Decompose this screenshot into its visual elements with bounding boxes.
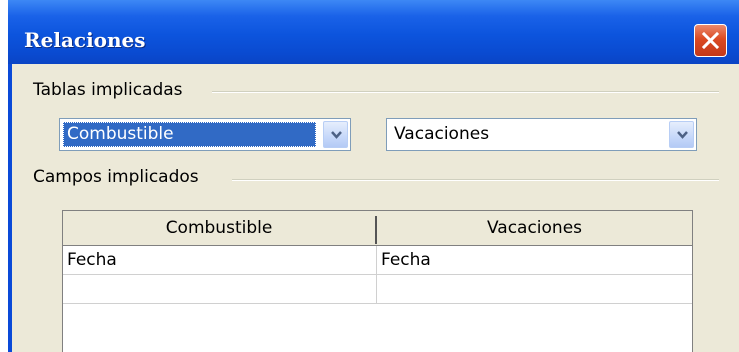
- right-table-combo[interactable]: Vacaciones: [386, 118, 697, 151]
- field-cell-right[interactable]: Fecha: [377, 246, 692, 274]
- campos-group-separator: [232, 179, 719, 181]
- tablas-group-separator: [212, 91, 719, 93]
- title-bar[interactable]: Relaciones: [8, 0, 739, 64]
- chevron-down-icon: [331, 131, 342, 139]
- table-row[interactable]: [63, 275, 692, 304]
- campos-implicados-label: Campos implicados: [33, 167, 205, 187]
- field-cell-left[interactable]: Fecha: [63, 246, 376, 274]
- column-header-right[interactable]: Vacaciones: [377, 211, 692, 245]
- left-table-dropdown-button[interactable]: [323, 121, 348, 148]
- left-table-selected: Combustible: [63, 122, 316, 147]
- table-row[interactable]: Fecha Fecha: [63, 246, 692, 275]
- tablas-implicadas-label: Tablas implicadas: [33, 80, 189, 100]
- grid-header: Combustible Vacaciones: [63, 211, 692, 246]
- left-table-combo[interactable]: Combustible: [59, 118, 351, 151]
- right-table-dropdown-button[interactable]: [669, 121, 694, 148]
- dialog-body: Tablas implicadas Combustible Vacaciones…: [12, 64, 739, 352]
- close-icon: [701, 31, 720, 50]
- right-table-selected: Vacaciones: [394, 124, 490, 144]
- close-button[interactable]: [694, 24, 727, 57]
- relaciones-dialog: Relaciones Tablas implicadas Combustible…: [8, 0, 739, 352]
- dialog-title: Relaciones: [24, 28, 146, 52]
- chevron-down-icon: [677, 131, 688, 139]
- field-cell-right[interactable]: [377, 275, 692, 303]
- fields-grid[interactable]: Combustible Vacaciones Fecha Fecha: [62, 210, 693, 352]
- column-header-left[interactable]: Combustible: [63, 211, 375, 245]
- field-cell-left[interactable]: [63, 275, 376, 303]
